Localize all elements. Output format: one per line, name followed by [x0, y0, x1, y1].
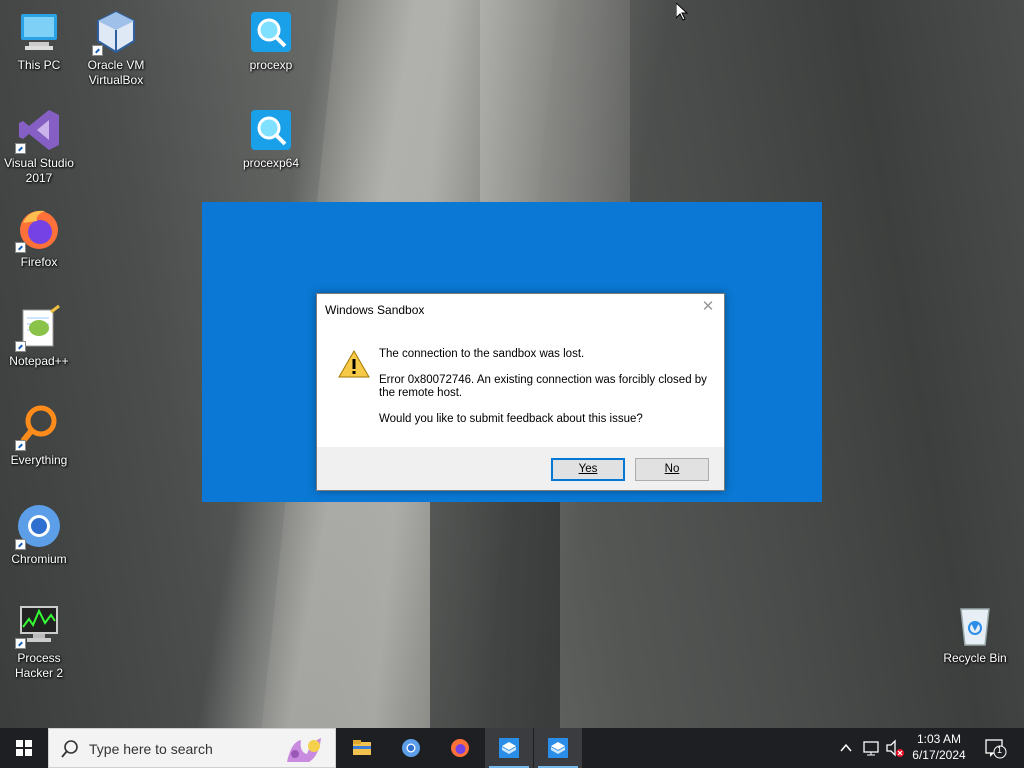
procexp64-icon [247, 106, 295, 154]
taskbar: Type here to search 1:03 AM 6/17/2024 1 [0, 728, 1024, 768]
procexp-icon [247, 8, 295, 56]
speaker-muted-icon [886, 739, 904, 757]
volume-status[interactable] [884, 728, 906, 768]
yes-button-label: Yes [578, 463, 598, 475]
error-dialog: Windows Sandbox ✕ The connection to the … [316, 293, 725, 491]
action-center-button[interactable]: 1 [980, 728, 1010, 768]
dialog-title: Windows Sandbox [325, 303, 425, 317]
desktop-icon-visual-studio[interactable]: Visual Studio 2017 [0, 106, 78, 186]
firefox-icon [15, 205, 63, 253]
search-placeholder: Type here to search [89, 741, 213, 757]
desktop: This PC Oracle VM VirtualBox procexp pro… [0, 0, 1024, 728]
process-hacker-icon [15, 601, 63, 649]
shortcut-arrow-icon [15, 638, 26, 649]
taskbar-file-explorer[interactable] [338, 728, 386, 768]
taskbar-windows-sandbox-2[interactable] [534, 728, 582, 768]
desktop-icon-recycle-bin[interactable]: Recycle Bin [936, 601, 1014, 666]
yes-button[interactable]: Yes [551, 458, 625, 481]
windows-sandbox-icon [548, 738, 568, 758]
desktop-icon-virtualbox[interactable]: Oracle VM VirtualBox [77, 8, 155, 88]
clock-date: 6/17/2024 [912, 748, 966, 762]
everything-icon [15, 403, 63, 451]
desktop-icon-this-pc[interactable]: This PC [0, 8, 78, 73]
warning-icon [338, 349, 370, 378]
message-main: The connection to the sandbox was lost. [379, 348, 585, 360]
taskbar-chromium[interactable] [387, 728, 435, 768]
taskbar-clock[interactable]: 1:03 AM 6/17/2024 [906, 731, 972, 763]
clock-time: 1:03 AM [916, 732, 962, 746]
this-pc-icon [15, 8, 63, 56]
notification-count: 1 [997, 745, 1003, 755]
windows-sandbox-icon [499, 738, 519, 758]
taskbar-search-box[interactable]: Type here to search [48, 728, 336, 768]
chevron-up-icon [840, 743, 852, 752]
shortcut-arrow-icon [15, 242, 26, 253]
show-hidden-icons-button[interactable] [836, 728, 856, 768]
visual-studio-icon [15, 106, 63, 154]
taskbar-windows-sandbox-1[interactable] [485, 728, 533, 768]
wallpaper-rock [430, 500, 560, 728]
search-icon [61, 740, 78, 758]
desktop-icon-chromium[interactable]: Chromium [0, 502, 78, 567]
desktop-icon-firefox[interactable]: Firefox [0, 205, 78, 270]
shortcut-arrow-icon [15, 143, 26, 154]
desktop-icon-procexp[interactable]: procexp [232, 8, 310, 73]
notepad-plus-plus-icon [15, 304, 63, 352]
shortcut-arrow-icon [15, 440, 26, 451]
search-highlight-icon [287, 738, 321, 762]
shortcut-arrow-icon [15, 539, 26, 550]
network-status[interactable] [860, 728, 882, 768]
desktop-icon-everything[interactable]: Everything [0, 403, 78, 468]
no-button[interactable]: No [635, 458, 709, 481]
desktop-icon-notepad-plus-plus[interactable]: Notepad++ [0, 304, 78, 369]
taskbar-firefox[interactable] [436, 728, 484, 768]
recycle-bin-icon [951, 601, 999, 649]
folder-icon [353, 740, 371, 755]
chromium-icon [402, 739, 420, 757]
notification-icon [985, 739, 1007, 759]
message-error: Error 0x80072746. An existing connection… [379, 374, 707, 399]
firefox-icon [451, 739, 469, 757]
windows-logo-icon [16, 740, 32, 756]
shortcut-arrow-icon [15, 341, 26, 352]
no-button-label: No [664, 463, 680, 475]
virtualbox-icon [92, 8, 140, 56]
message-question: Would you like to submit feedback about … [379, 413, 643, 425]
network-icon [863, 741, 879, 756]
close-icon[interactable]: ✕ [700, 299, 716, 315]
desktop-icon-process-hacker[interactable]: Process Hacker 2 [0, 601, 78, 681]
start-button[interactable] [0, 728, 48, 768]
chromium-icon [15, 502, 63, 550]
dialog-footer: Yes No [317, 447, 724, 490]
mouse-cursor-icon [675, 1, 689, 21]
desktop-icon-procexp64[interactable]: procexp64 [232, 106, 310, 171]
shortcut-arrow-icon [92, 45, 103, 56]
